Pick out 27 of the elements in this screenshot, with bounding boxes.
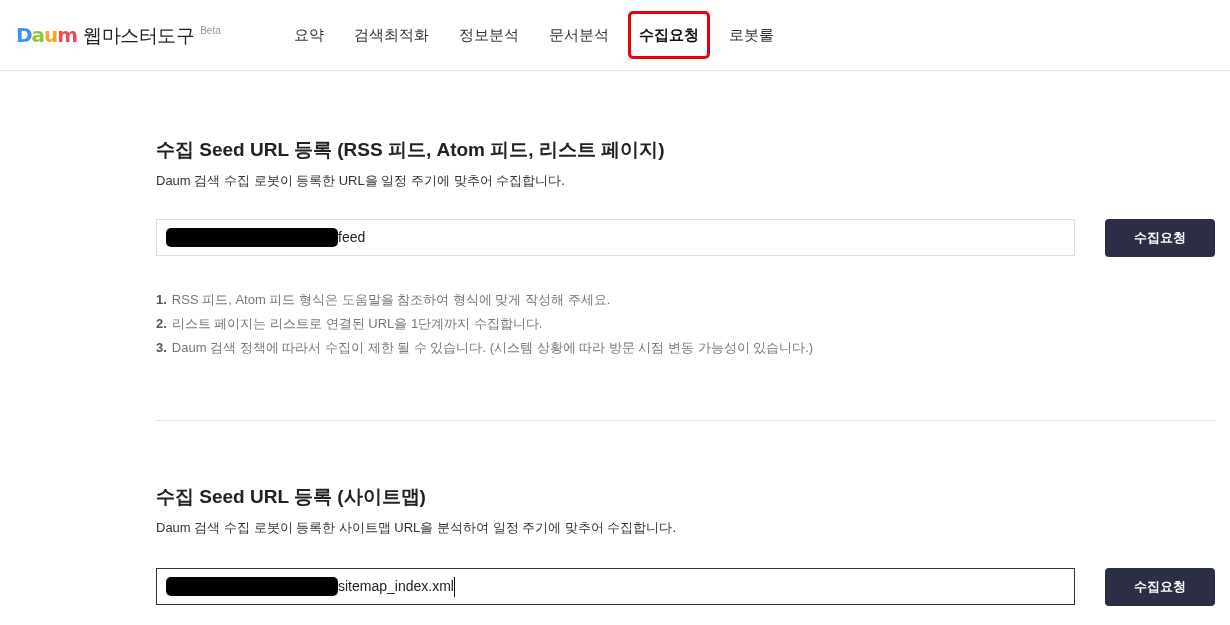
- submit-button[interactable]: 수집요청: [1105, 219, 1215, 257]
- nav-tab[interactable]: 검색최적화: [342, 11, 440, 59]
- nav-tab[interactable]: 요약: [282, 11, 335, 59]
- note-number: 2.: [156, 315, 167, 333]
- note-text: Daum 검색 정책에 따라서 수집이 제한 될 수 있습니다. (시스템 상황에 따라 방문 시점 변동 가능성이 있습니다.): [171, 339, 814, 357]
- nav-tab[interactable]: 로봇룰: [717, 11, 785, 59]
- url-input-field[interactable]: sitemap_index.xml: [156, 568, 1075, 605]
- site-title: 웹마스터도구: [83, 25, 195, 45]
- section-description: Daum 검색 수집 로봇이 등록한 URL을 일정 주기에 맞추어 수집합니다.: [156, 172, 566, 190]
- submit-button[interactable]: 수집요청: [1105, 568, 1215, 606]
- text-cursor: [453, 576, 455, 597]
- url-input-field[interactable]: feed: [156, 219, 1075, 256]
- note-text: 리스트 페이지는 리스트로 연결된 URL을 1단계까지 수집합니다.: [171, 315, 543, 333]
- logo-letter: m: [57, 25, 78, 45]
- section-heading: 수집 Seed URL 등록 (사이트맵): [156, 485, 427, 509]
- section-description: Daum 검색 수집 로봇이 등록한 사이트맵 URL을 분석하여 일정 주기에 맞추어 수집합니다.: [156, 519, 678, 537]
- nav-tab[interactable]: 수집요청: [627, 11, 710, 59]
- nav-tab[interactable]: 정보분석: [447, 11, 530, 59]
- note-number: 3.: [156, 339, 167, 357]
- note-number: 1.: [156, 291, 167, 309]
- logo-letter: u: [44, 25, 58, 45]
- section-heading: 수집 Seed URL 등록 (RSS 피드, Atom 피드, 리스트 페이지): [156, 138, 666, 162]
- nav-tab[interactable]: 문서분석: [537, 11, 620, 59]
- logo-letter: a: [31, 25, 45, 45]
- logo-letter: D: [16, 25, 32, 45]
- note-text: RSS 피드, Atom 피드 형식은 도움말을 참조하여 형식에 맞게 작성해 주세요.: [171, 291, 611, 309]
- beta-label: Beta: [200, 26, 221, 36]
